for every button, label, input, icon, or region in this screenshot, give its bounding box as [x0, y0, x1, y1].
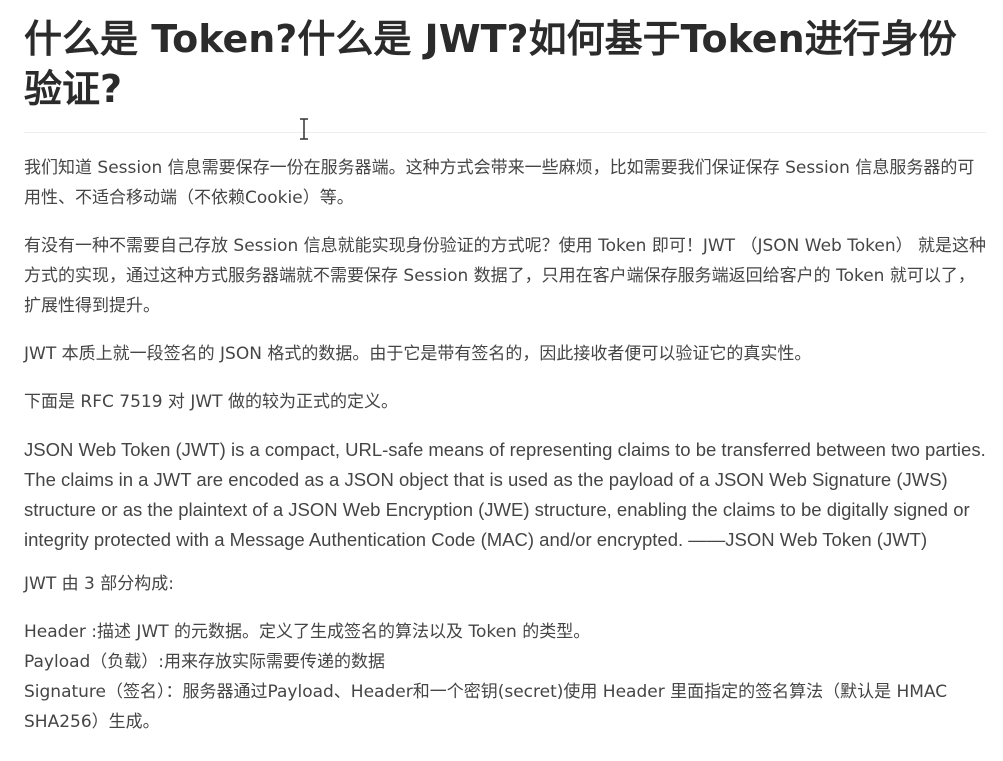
paragraph-rfc-intro: 下面是 RFC 7519 对 JWT 做的较为正式的定义。 — [24, 392, 398, 412]
part-signature: Signature（签名）：服务器通过Payload、Header和一个密钥(s… — [24, 682, 948, 732]
parts-intro: JWT 由 3 部分构成: — [24, 574, 174, 594]
article-title: 什么是 Token?什么是 JWT?如何基于Token进行身份验证? — [24, 17, 957, 111]
part-payload: Payload（负载）:用来存放实际需要传递的数据 — [24, 652, 386, 672]
parts-list: Header :描述 JWT 的元数据。定义了生成签名的算法以及 Token 的… — [24, 617, 986, 737]
paragraph-token-intro: 有没有一种不需要自己存放 Session 信息就能实现身份验证的方式呢？使用 T… — [24, 236, 987, 316]
part-header: Header :描述 JWT 的元数据。定义了生成签名的算法以及 Token 的… — [24, 622, 591, 642]
paragraph-session: 我们知道 Session 信息需要保存一份在服务器端。这种方式会带来一些麻烦，比… — [24, 158, 975, 208]
article: 什么是 Token?什么是 JWT?如何基于Token进行身份验证? 我们知道 … — [24, 14, 986, 737]
rfc-quote: JSON Web Token (JWT) is a compact, URL-s… — [24, 439, 986, 550]
text-cursor-icon — [300, 118, 308, 140]
paragraph-jwt-essence: JWT 本质上就一段签名的 JSON 格式的数据。由于它是带有签名的，因此接收者… — [24, 344, 812, 364]
title-divider — [24, 132, 986, 133]
